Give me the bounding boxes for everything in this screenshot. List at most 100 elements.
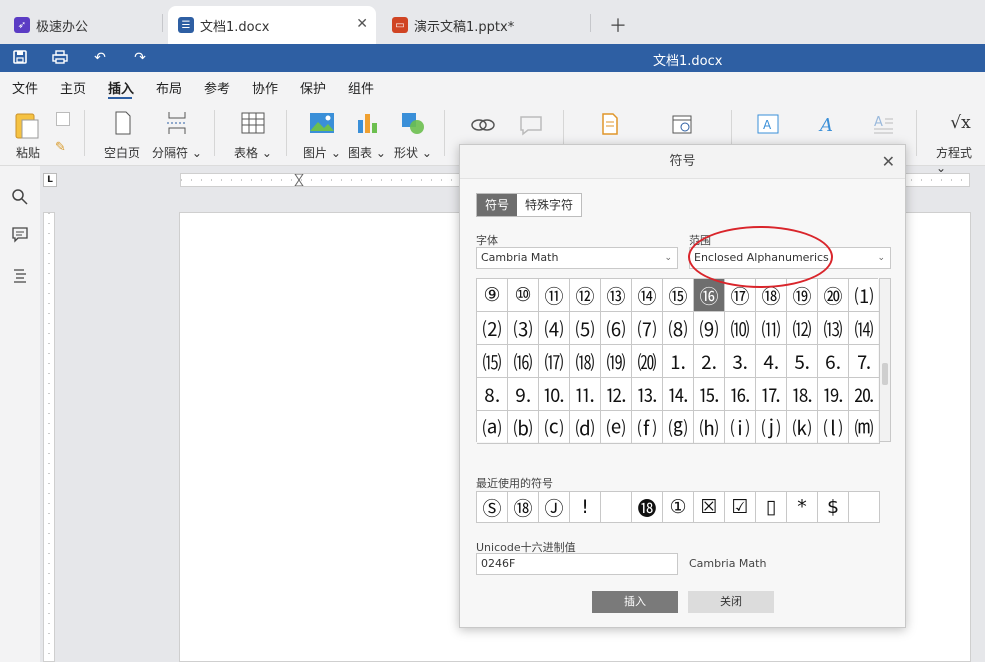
symbol-cell[interactable]: ⑲ [787,279,818,312]
symbol-cell[interactable]: ⑱ [756,279,787,312]
symbol-cell[interactable]: ⑫ [570,279,601,312]
recent-symbol-cell[interactable]: ! [570,492,601,523]
symbol-cell[interactable]: ⒑ [539,378,570,411]
recent-symbol-cell[interactable]: $ [818,492,849,523]
symbol-cell[interactable]: ⒠ [601,411,632,444]
menu-insert[interactable]: 插入 [108,78,134,97]
symbol-cell[interactable]: ⒝ [508,411,539,444]
symbol-cell[interactable]: ⒘ [756,378,787,411]
symbol-cell[interactable]: ⑶ [508,312,539,345]
recent-symbol-cell[interactable]: Ⓙ [539,492,570,523]
drop-cap-icon[interactable]: A [871,113,895,135]
table-button[interactable]: 表格 ⌄ [234,110,272,161]
tab-symbol[interactable]: 符号 [477,194,518,216]
symbol-cell[interactable]: ⒨ [849,411,880,444]
comments-icon[interactable] [11,226,29,244]
recent-symbol-cell[interactable]: Ⓢ [477,492,508,523]
search-icon[interactable] [11,188,29,206]
close-button[interactable]: 关闭 [688,591,774,613]
symbol-cell[interactable]: ⑯ [694,279,725,312]
tab-stop-selector[interactable]: L [43,173,57,187]
symbol-cell[interactable]: ⒞ [539,411,570,444]
symbol-cell[interactable]: ⒡ [632,411,663,444]
symbol-grid-scrollbar[interactable] [879,278,891,442]
symbol-cell[interactable]: ⑰ [725,279,756,312]
symbol-cell[interactable]: ⑸ [570,312,601,345]
symbol-cell[interactable]: ⒦ [787,411,818,444]
symbol-cell[interactable]: ⒏ [477,378,508,411]
symbol-cell[interactable]: ⑾ [756,312,787,345]
symbol-cell[interactable]: ⒋ [756,345,787,378]
header-footer-icon[interactable] [598,112,622,136]
symbol-cell[interactable]: ⑺ [632,312,663,345]
symbol-cell[interactable]: ⒜ [477,411,508,444]
range-select[interactable]: Enclosed Alphanumerics ⌄ [689,247,891,269]
symbol-cell[interactable]: ⒆ [601,345,632,378]
tab-special-characters[interactable]: 特殊字符 [517,194,582,216]
recent-symbol-cell[interactable] [601,492,632,523]
symbol-cell[interactable]: ⑹ [601,312,632,345]
menu-layout[interactable]: 布局 [156,78,182,97]
symbol-cell[interactable]: ⒖ [694,378,725,411]
tab-document[interactable]: ☰ 文档1.docx ✕ [168,6,376,44]
symbol-cell[interactable]: ⒟ [570,411,601,444]
save-icon[interactable] [12,50,28,66]
symbol-cell[interactable]: ⑴ [849,279,880,312]
symbol-cell[interactable]: ⒒ [570,378,601,411]
symbol-cell[interactable]: ⒐ [508,378,539,411]
recent-symbol-cell[interactable]: ⑱ [508,492,539,523]
symbol-cell[interactable]: ⒛ [849,378,880,411]
hyperlink-icon[interactable] [470,114,496,136]
symbol-cell[interactable]: ⑵ [477,312,508,345]
menu-protect[interactable]: 保护 [300,78,326,97]
close-icon[interactable]: ✕ [882,152,895,171]
text-art-icon[interactable]: A [815,113,839,135]
menu-components[interactable]: 组件 [348,78,374,97]
symbol-cell[interactable]: ⒁ [849,312,880,345]
symbol-cell[interactable]: ⒔ [632,378,663,411]
redo-icon[interactable]: ↷ [132,50,148,66]
symbol-cell[interactable]: ⒉ [694,345,725,378]
paste-button[interactable]: 粘贴 [14,110,42,161]
menu-file[interactable]: 文件 [12,78,38,97]
scrollbar-thumb[interactable] [882,363,888,385]
symbol-cell[interactable]: ⒙ [787,378,818,411]
symbol-cell[interactable]: ⑭ [632,279,663,312]
text-box-icon[interactable]: A [756,113,780,135]
recent-symbol-cell[interactable]: ☒ [694,492,725,523]
symbol-cell[interactable]: ⒕ [663,378,694,411]
format-painter-icon[interactable]: ✎ [55,140,66,155]
symbol-cell[interactable]: ⑽ [725,312,756,345]
tab-home[interactable]: ➶ 极速办公 [4,6,98,44]
unicode-input[interactable]: 0246F [476,553,678,575]
symbol-cell[interactable]: ⑼ [694,312,725,345]
navigation-icon[interactable] [11,266,29,284]
symbol-cell[interactable]: ⒂ [477,345,508,378]
symbol-cell[interactable]: ⒥ [756,411,787,444]
symbol-cell[interactable]: ⑷ [539,312,570,345]
font-select[interactable]: Cambria Math ⌄ [476,247,678,269]
recent-symbol-cell[interactable]: ⓲ [632,492,663,523]
copy-icon[interactable] [56,112,70,126]
symbol-cell[interactable]: ⒄ [539,345,570,378]
symbol-cell[interactable]: ⒍ [818,345,849,378]
menu-collaborate[interactable]: 协作 [252,78,278,97]
symbol-cell[interactable]: ⒣ [694,411,725,444]
symbol-cell[interactable]: ⒧ [818,411,849,444]
symbol-cell[interactable]: ⑬ [601,279,632,312]
menu-references[interactable]: 参考 [204,78,230,97]
picture-button[interactable]: 图片 ⌄ [303,110,341,161]
symbol-cell[interactable]: ⑿ [787,312,818,345]
symbol-cell[interactable]: ⒇ [632,345,663,378]
insert-button[interactable]: 插入 [592,591,678,613]
equation-button[interactable]: √x 方程式 ⌄ [936,110,985,175]
new-tab-icon[interactable]: ＋ [609,12,627,38]
symbol-cell[interactable]: ⑪ [539,279,570,312]
blank-page-button[interactable]: 空白页 [104,110,140,161]
shape-button[interactable]: 形状 ⌄ [394,110,432,161]
recent-symbol-cell[interactable]: ▯ [756,492,787,523]
symbol-cell[interactable]: ⑨ [477,279,508,312]
vertical-ruler[interactable] [43,212,55,662]
symbol-cell[interactable]: ⑮ [663,279,694,312]
symbol-cell[interactable]: ⒊ [725,345,756,378]
